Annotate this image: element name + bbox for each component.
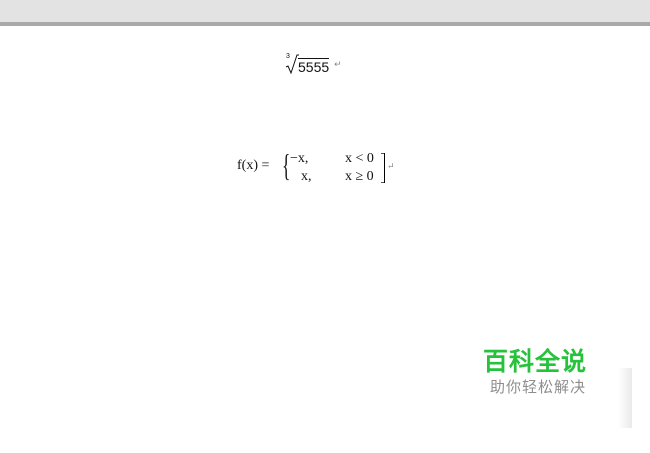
case-condition: x < 0 [345,151,374,166]
scroll-edge-shade [618,368,632,428]
watermark-title: 百科全说 [483,347,588,376]
document-window: 3 5555 ↵ f(x) = { −x, x < 0 x, x ≥ 0 ↵ 百… [0,0,650,453]
watermark-logo: 百科全说 助你轻松解决 [483,342,613,402]
paragraph-mark-icon: ↵ [387,161,395,171]
toolbar-strip [0,0,650,22]
radicand: 5555 [298,58,330,75]
piecewise-equation[interactable]: f(x) = { −x, x < 0 x, x ≥ 0 ↵ [237,148,397,187]
function-label: f(x) = [237,158,270,173]
watermark-subtitle: 助你轻松解决 [490,378,587,396]
case-condition: x ≥ 0 [345,169,374,184]
case-value: x, [301,169,312,184]
case-value: −x, [290,151,309,166]
paragraph-mark-icon: ↵ [334,59,342,69]
radical-index: 3 [286,53,290,60]
text-cursor [384,153,385,183]
